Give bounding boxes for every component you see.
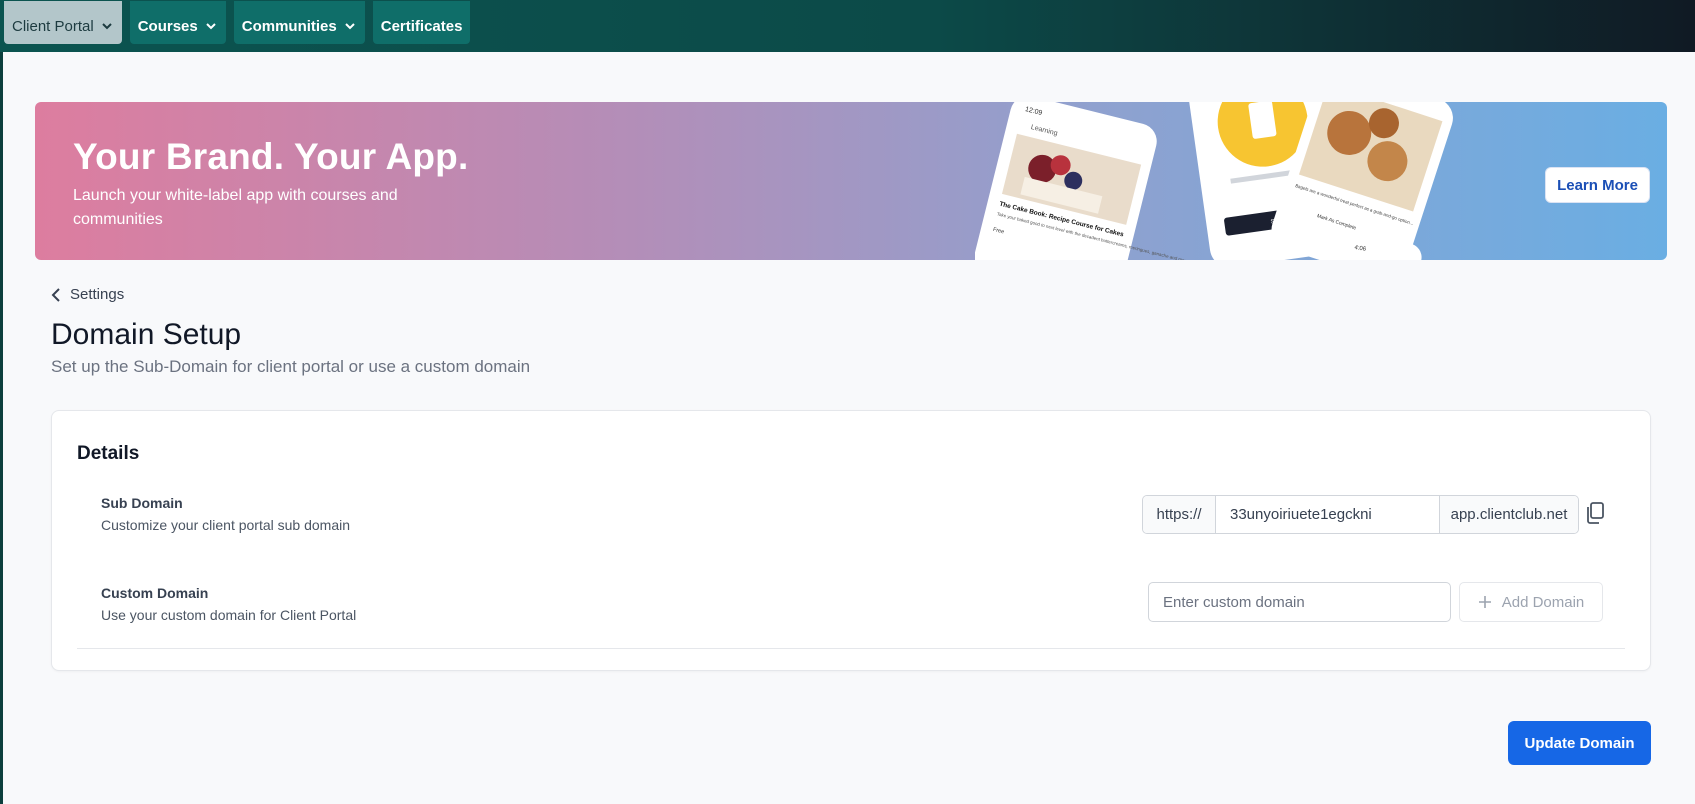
banner-title: Your Brand. Your App. [73,136,469,177]
nav-certificates[interactable]: Certificates [372,0,471,44]
sub-domain-label: Sub Domain [101,495,183,511]
chevron-down-icon [206,23,216,30]
nav-client-portal[interactable]: Client Portal [4,0,122,44]
left-edge-bar [0,52,3,804]
add-domain-label: Add Domain [1501,593,1585,611]
nav-certificates-label: Certificates [380,17,463,35]
learn-more-button[interactable]: Learn More [1545,167,1650,203]
nav-communities[interactable]: Communities [233,0,365,44]
phone-mockup-course: 12:09 Learning The Cake Book: Recipe Cou… [975,102,1189,260]
nav-courses-label: Courses [137,17,198,35]
card-divider [77,648,1625,649]
sub-domain-field-group: https:// 33unyoiriuete1egckni app.client… [1142,495,1579,534]
details-card: Details Sub Domain Customize your client… [51,410,1651,671]
back-label: Settings [70,286,125,303]
sub-domain-prefix: https:// [1143,496,1216,533]
banner-subtitle: Launch your white-label app with courses… [73,187,398,228]
update-domain-button[interactable]: Update Domain [1508,721,1651,765]
page-title: Domain Setup [51,318,242,351]
page-subtitle: Set up the Sub-Domain for client portal … [51,357,531,376]
chevron-left-icon [51,287,60,302]
add-domain-button[interactable]: Add Domain [1459,582,1603,622]
top-navigation: Client Portal Courses Communities Certif… [0,0,1695,52]
copy-icon[interactable] [1585,502,1605,524]
back-to-settings-link[interactable]: Settings [50,286,124,303]
nav-communities-label: Communities [241,17,337,35]
details-title: Details [77,443,140,464]
plus-icon [1478,596,1491,608]
sub-domain-suffix: app.clientclub.net [1439,496,1578,533]
custom-domain-input[interactable] [1148,582,1451,622]
nav-courses[interactable]: Courses [129,0,226,44]
sub-domain-description: Customize your client portal sub domain [101,517,351,533]
custom-domain-label: Custom Domain [101,585,209,601]
chevron-down-icon [345,23,355,30]
phone-mockups-illustration: 12:09 Learning The Cake Book: Recipe Cou… [975,102,1453,260]
chevron-down-icon [101,23,112,30]
nav-client-portal-label: Client Portal [12,17,94,35]
sub-domain-input[interactable]: 33unyoiriuete1egckni [1216,496,1439,533]
promo-banner: Your Brand. Your App. Launch your white-… [35,102,1667,260]
custom-domain-description: Use your custom domain for Client Portal [101,607,357,623]
